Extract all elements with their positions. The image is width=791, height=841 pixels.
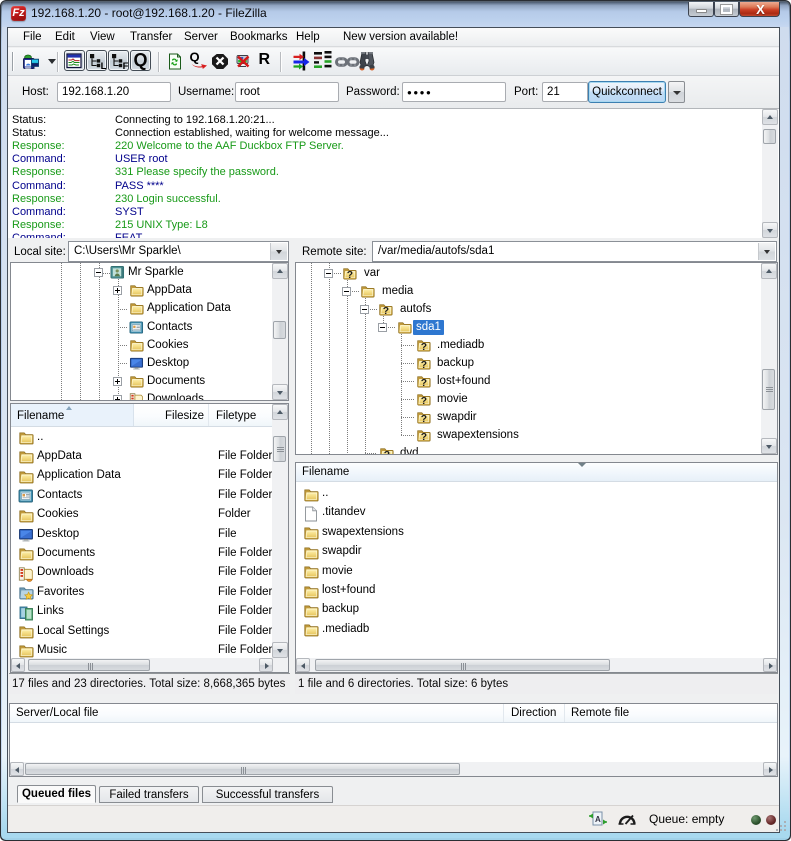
svg-text:F: F [123,61,128,70]
svg-text:L: L [100,61,105,70]
svg-text:A: A [595,815,601,824]
svg-text:Q: Q [190,51,200,65]
